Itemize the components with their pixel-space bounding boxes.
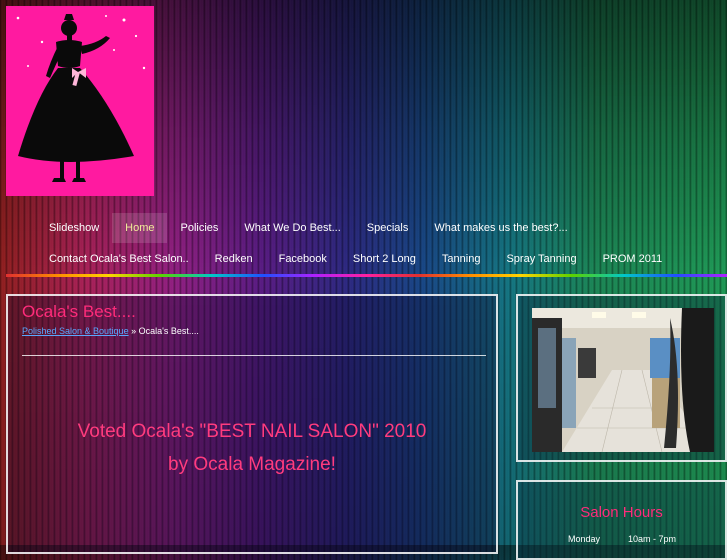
salon-interior-photo [532, 308, 714, 452]
main-nav-row-1: Slideshow Home Policies What We Do Best.… [36, 213, 581, 243]
nav-item-what-we-do-best[interactable]: What We Do Best... [231, 213, 353, 243]
breadcrumb: Polished Salon & Boutique » Ocala's Best… [22, 326, 199, 336]
main-nav-row-2: Contact Ocala's Best Salon.. Redken Face… [36, 244, 675, 274]
rainbow-divider [6, 274, 727, 277]
nav-item-short-2-long[interactable]: Short 2 Long [340, 244, 429, 274]
nav-item-prom-2011[interactable]: PROM 2011 [590, 244, 676, 274]
breadcrumb-separator: » [128, 326, 139, 336]
main-content-panel: Ocala's Best.... Polished Salon & Boutiq… [6, 294, 498, 554]
salon-logo[interactable] [6, 6, 154, 196]
hours-time: 10am - 7pm [628, 534, 677, 544]
nav-item-what-makes-us-best[interactable]: What makes us the best?... [421, 213, 580, 243]
award-headline: Voted Ocala's "BEST NAIL SALON" 2010 [77, 421, 427, 442]
nav-item-redken[interactable]: Redken [202, 244, 266, 274]
nav-item-spray-tanning[interactable]: Spray Tanning [493, 244, 589, 274]
nav-item-specials[interactable]: Specials [354, 213, 422, 243]
nav-item-contact[interactable]: Contact Ocala's Best Salon.. [36, 244, 202, 274]
nav-item-tanning[interactable]: Tanning [429, 244, 494, 274]
sidebar-photo-panel [516, 294, 727, 462]
page-title: Ocala's Best.... [22, 302, 136, 321]
hours-day: Monday [568, 534, 601, 544]
hours-row: Monday 10am - 7pm [568, 534, 676, 544]
nav-item-slideshow[interactable]: Slideshow [36, 213, 112, 243]
breadcrumb-home-link[interactable]: Polished Salon & Boutique [22, 326, 129, 336]
logo-silhouette-icon [16, 14, 146, 182]
nav-item-facebook[interactable]: Facebook [266, 244, 340, 274]
hours-title: Salon Hours [580, 504, 663, 521]
content-divider [22, 355, 486, 356]
breadcrumb-current: Ocala's Best.... [138, 326, 199, 336]
award-subline: by Ocala Magazine! [168, 454, 336, 475]
nav-item-home[interactable]: Home [112, 213, 168, 243]
nav-item-policies[interactable]: Policies [167, 213, 231, 243]
salon-hours-panel: Salon Hours Monday 10am - 7pm [516, 480, 727, 560]
